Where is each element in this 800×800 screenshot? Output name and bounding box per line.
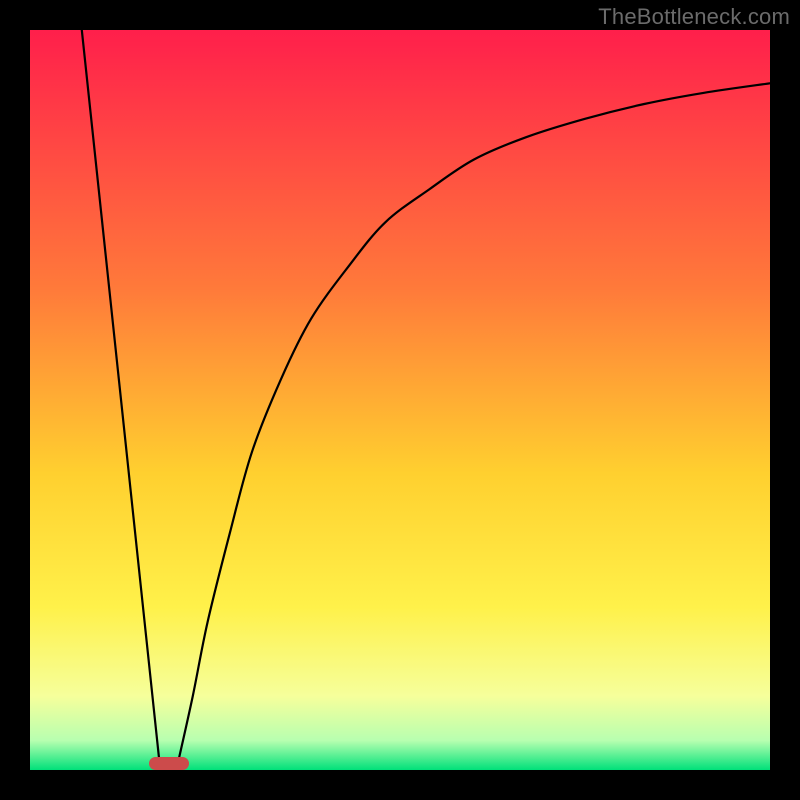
left-line bbox=[82, 30, 160, 763]
bottleneck-marker bbox=[149, 757, 190, 770]
plot-area bbox=[30, 30, 770, 770]
right-curve bbox=[178, 83, 770, 762]
watermark-text: TheBottleneck.com bbox=[598, 4, 790, 30]
curve-layer bbox=[30, 30, 770, 770]
chart-frame: TheBottleneck.com bbox=[0, 0, 800, 800]
